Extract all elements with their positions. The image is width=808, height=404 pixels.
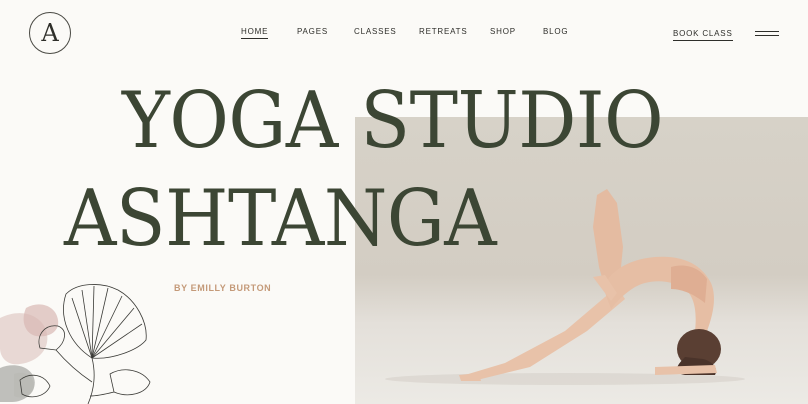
book-class-button[interactable]: BOOK CLASS bbox=[673, 29, 733, 41]
nav-item-pages[interactable]: PAGES bbox=[297, 27, 328, 36]
nav-item-classes[interactable]: CLASSES bbox=[354, 27, 397, 36]
hero-title-line-2: ASHTANGA bbox=[64, 174, 497, 264]
ginkgo-leaf-icon bbox=[0, 284, 151, 404]
nav-item-retreats[interactable]: RETREATS bbox=[419, 27, 467, 36]
nav-item-blog[interactable]: BLOG bbox=[543, 27, 568, 36]
page: A HOME PAGES CLASSES RETREATS SHOP BLOG … bbox=[0, 0, 808, 404]
nav-item-shop[interactable]: SHOP bbox=[490, 27, 516, 36]
hamburger-icon[interactable] bbox=[755, 30, 779, 38]
author-byline[interactable]: BY EMILLY BURTON bbox=[174, 283, 271, 293]
nav-item-home[interactable]: HOME bbox=[241, 27, 269, 39]
hero-title-line-1: YOGA STUDIO bbox=[122, 76, 664, 166]
